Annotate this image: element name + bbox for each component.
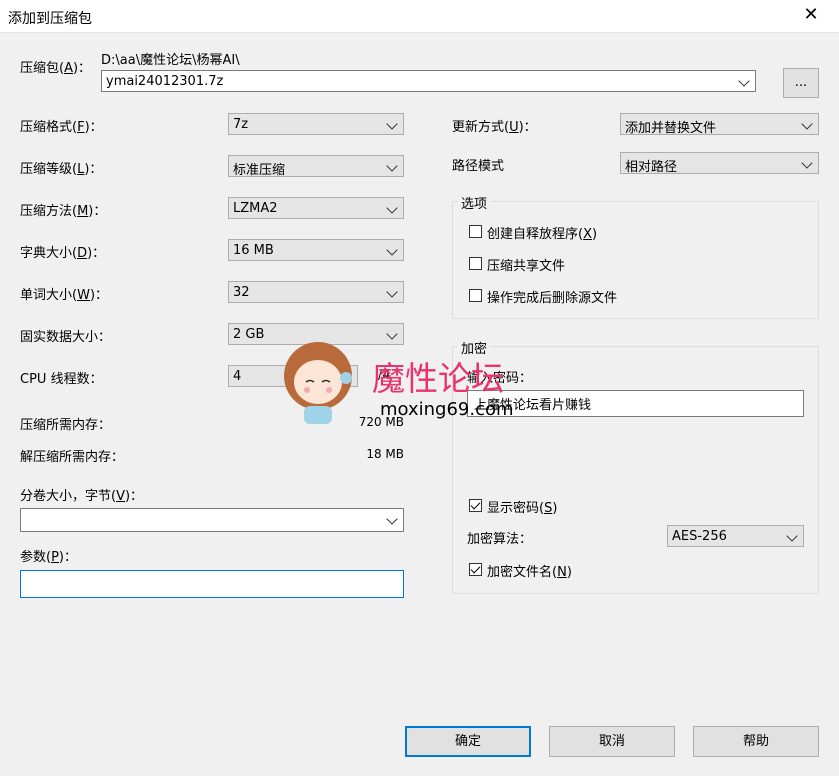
help-button[interactable]: 帮助 <box>693 726 819 757</box>
options-title: 选项 <box>458 193 491 212</box>
shared-checkbox[interactable] <box>469 257 482 270</box>
level-value: 标准压缩 <box>233 163 286 178</box>
show-password-checkbox[interactable] <box>469 499 482 512</box>
archive-filename: ymai24012301.7z <box>106 74 224 89</box>
word-value: 32 <box>233 285 250 300</box>
watermark-url: moxing69.com <box>380 399 514 420</box>
chevron-down-icon <box>386 244 398 256</box>
level-label: 压缩等级(L)： <box>20 162 103 177</box>
update-value: 添加并替换文件 <box>625 121 717 136</box>
volume-label: 分卷大小，字节(V)： <box>20 489 144 504</box>
chevron-down-icon <box>386 513 398 525</box>
browse-button[interactable]: ... <box>783 68 819 98</box>
volume-combo[interactable] <box>20 508 404 532</box>
sfx-label[interactable]: 创建自释放程序(X) <box>487 223 597 242</box>
word-label: 单词大小(W)： <box>20 288 109 303</box>
shared-label[interactable]: 压缩共享文件 <box>487 255 565 274</box>
watermark-text: 魔性论坛 <box>372 359 504 398</box>
chevron-down-icon <box>386 202 398 214</box>
threads-label: CPU 线程数： <box>20 372 103 387</box>
chevron-down-icon <box>801 157 813 169</box>
params-input[interactable] <box>20 570 404 598</box>
chevron-down-icon <box>738 75 750 87</box>
format-select[interactable]: 7z <box>228 113 404 135</box>
chevron-down-icon <box>386 160 398 172</box>
path-mode-select[interactable]: 相对路径 <box>620 152 819 175</box>
show-password-label[interactable]: 显示密码(S) <box>487 497 557 516</box>
delete-label[interactable]: 操作完成后删除源文件 <box>487 287 617 306</box>
title-bar <box>0 0 839 33</box>
sfx-checkbox[interactable] <box>469 225 482 238</box>
method-value: LZMA2 <box>233 201 278 216</box>
mascot-watermark-icon <box>284 342 352 424</box>
password-input[interactable]: 上魔性论坛看片赚钱 <box>467 390 804 417</box>
word-select[interactable]: 32 <box>228 281 404 303</box>
cancel-button[interactable]: 取消 <box>549 726 675 757</box>
encrypt-names-checkbox[interactable] <box>469 563 482 576</box>
archive-path: D:\aa\魔性论坛\杨幂AI\ <box>101 53 240 68</box>
delete-checkbox[interactable] <box>469 289 482 302</box>
dict-select[interactable]: 16 MB <box>228 239 404 261</box>
chevron-down-icon <box>786 530 798 542</box>
close-icon[interactable]: ✕ <box>801 4 821 25</box>
level-select[interactable]: 标准压缩 <box>228 155 404 178</box>
encryption-method-label: 加密算法： <box>467 532 533 547</box>
chevron-down-icon <box>801 118 813 130</box>
threads-value: 4 <box>233 369 242 384</box>
encryption-method-value: AES-256 <box>672 529 727 544</box>
chevron-down-icon <box>386 118 398 130</box>
mem-decompress-label: 解压缩所需内存： <box>20 450 125 465</box>
archive-label: 压缩包(A)： <box>20 61 92 76</box>
dict-value: 16 MB <box>233 243 274 258</box>
archive-filename-combo[interactable]: ymai24012301.7z <box>101 70 756 92</box>
update-label: 更新方式(U)： <box>452 120 537 135</box>
ok-button[interactable]: 确定 <box>405 726 531 757</box>
params-label: 参数(P)： <box>20 550 77 565</box>
chevron-down-icon <box>386 286 398 298</box>
encrypt-names-label[interactable]: 加密文件名(N) <box>487 561 572 580</box>
path-mode-label: 路径模式 <box>452 159 505 174</box>
dict-label: 字典大小(D)： <box>20 246 106 261</box>
method-label: 压缩方法(M)： <box>20 204 107 219</box>
mem-compress-label: 压缩所需内存： <box>20 418 112 433</box>
encryption-method-select[interactable]: AES-256 <box>667 525 804 547</box>
update-select[interactable]: 添加并替换文件 <box>620 113 819 136</box>
window-title: 添加到压缩包 <box>8 11 92 27</box>
mem-decompress-value: 18 MB <box>366 447 404 461</box>
solid-label: 固实数据大小： <box>20 330 112 345</box>
path-mode-value: 相对路径 <box>625 160 678 175</box>
method-select[interactable]: LZMA2 <box>228 197 404 219</box>
format-label: 压缩格式(F)： <box>20 120 103 135</box>
chevron-down-icon <box>386 328 398 340</box>
format-value: 7z <box>233 117 249 132</box>
solid-value: 2 GB <box>233 327 265 342</box>
